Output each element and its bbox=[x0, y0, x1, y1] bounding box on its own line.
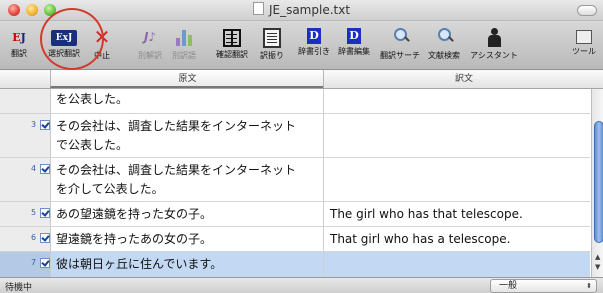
target-cell[interactable]: That girl who has a telescope. bbox=[330, 230, 588, 249]
window-title: JE_sample.txt bbox=[268, 3, 351, 17]
table-row[interactable]: 3 その会社は、調査した結果をインターネット で公表した。 bbox=[0, 114, 590, 158]
scrollbar-thumb[interactable] bbox=[594, 121, 603, 243]
literature-search-button-label: 文献検索 bbox=[428, 51, 460, 60]
translation-table: を公表した。 3 その会社は、調査した結果をインターネット で公表した。 4 そ… bbox=[0, 89, 590, 277]
row-checkbox[interactable] bbox=[40, 233, 50, 243]
confirm-translation-icon bbox=[223, 29, 241, 47]
alternate-word-button[interactable]: 別訳語 bbox=[168, 23, 200, 67]
source-cell[interactable]: 望遠鏡を持ったあの女の子。 bbox=[56, 230, 320, 249]
interlinear-button-label: 訳振り bbox=[260, 51, 284, 60]
select-arrows-icon: ⬍ bbox=[586, 282, 592, 290]
alternate-word-button-label: 別訳語 bbox=[172, 51, 196, 60]
stop-button-label: 中止 bbox=[94, 51, 110, 60]
assistant-icon bbox=[486, 26, 502, 48]
status-text: 待機中 bbox=[5, 283, 33, 293]
row-checkbox[interactable] bbox=[40, 258, 50, 268]
table-row[interactable]: 6 望遠鏡を持ったあの女の子。 That girl who has a tele… bbox=[0, 227, 590, 252]
scroll-down-arrow-icon[interactable]: ▼ bbox=[595, 263, 600, 271]
scroll-up-arrow-icon[interactable]: ▲ bbox=[595, 253, 600, 261]
row-number: 6 bbox=[31, 233, 37, 242]
target-cell[interactable]: The girl who has that telescope. bbox=[330, 205, 588, 224]
row-number: 4 bbox=[31, 164, 37, 173]
row-number: 5 bbox=[31, 208, 37, 217]
assistant-button-label: アシスタント bbox=[470, 51, 518, 60]
table-row-selected[interactable]: 7 彼は朝日ヶ丘に住んでいます。 bbox=[0, 252, 590, 277]
alternate-translation-button-label: 別解訳 bbox=[138, 51, 162, 60]
table-row[interactable]: 5 あの望遠鏡を持った女の子。 The girl who has that te… bbox=[0, 202, 590, 227]
table-row[interactable]: 4 その会社は、調査した結果をインターネット を介して公表した。 bbox=[0, 158, 590, 202]
source-column-header[interactable]: 原文 bbox=[50, 70, 324, 88]
mode-select-value: 一般 bbox=[499, 281, 518, 291]
row-number: 3 bbox=[31, 120, 37, 129]
literature-search-icon bbox=[435, 26, 453, 48]
translation-search-button[interactable]: 翻訳サーチ bbox=[378, 23, 422, 67]
dictionary-edit-button-label: 辞書編集 bbox=[338, 47, 370, 56]
confirm-translation-button[interactable]: 確認翻訳 bbox=[214, 23, 250, 67]
assistant-button[interactable]: アシスタント bbox=[466, 23, 522, 67]
interlinear-button[interactable]: 訳振り bbox=[256, 23, 288, 67]
toolbar: EJ 翻訳 ExJ 選択翻訳 ✕ 中止 J♪ 別解訳 別訳語 確認翻訳 訳振り … bbox=[0, 21, 603, 70]
selection-translate-button-label: 選択翻訳 bbox=[48, 49, 80, 58]
document-icon bbox=[252, 2, 264, 15]
source-cell[interactable]: あの望遠鏡を持った女の子。 bbox=[56, 205, 320, 224]
source-cell[interactable]: その会社は、調査した結果をインターネット で公表した。 bbox=[56, 117, 320, 155]
tool-button[interactable]: ツール bbox=[566, 23, 602, 67]
vertical-scrollbar[interactable]: ▲ ▼ bbox=[591, 89, 603, 277]
gutter-header bbox=[0, 70, 50, 88]
target-column-header[interactable]: 訳文 bbox=[323, 70, 603, 88]
app-window: JE_sample.txt EJ 翻訳 ExJ 選択翻訳 ✕ 中止 J♪ 別解訳 bbox=[0, 0, 603, 293]
ej-selection-translate-icon: ExJ bbox=[51, 30, 77, 46]
alternate-translation-button[interactable]: J♪ 別解訳 bbox=[134, 23, 166, 67]
stop-x-icon: ✕ bbox=[93, 25, 111, 49]
row-number: 7 bbox=[31, 258, 37, 267]
confirm-translation-button-label: 確認翻訳 bbox=[216, 50, 248, 59]
tool-button-label: ツール bbox=[572, 47, 596, 56]
alternate-word-icon bbox=[174, 26, 194, 48]
stop-button[interactable]: ✕ 中止 bbox=[88, 23, 116, 67]
ej-translate-icon: EJ bbox=[12, 31, 26, 44]
mode-select[interactable]: 一般 ⬍ bbox=[490, 279, 597, 293]
selection-translate-button[interactable]: ExJ 選択翻訳 bbox=[44, 23, 84, 67]
row-gutter bbox=[0, 89, 51, 113]
row-checkbox[interactable] bbox=[40, 164, 50, 174]
tool-icon bbox=[576, 30, 592, 44]
row-checkbox[interactable] bbox=[40, 208, 50, 218]
dictionary-edit-icon: D bbox=[347, 28, 361, 44]
translate-button-label: 翻訳 bbox=[11, 49, 27, 58]
source-cell[interactable]: その会社は、調査した結果をインターネット を介して公表した。 bbox=[56, 161, 320, 199]
toolbar-toggle-button[interactable] bbox=[577, 5, 597, 16]
status-bar: 待機中 一般 ⬍ bbox=[0, 277, 603, 293]
table-row[interactable]: を公表した。 bbox=[0, 89, 590, 114]
title-bar: JE_sample.txt bbox=[0, 0, 603, 21]
row-checkbox[interactable] bbox=[40, 120, 50, 130]
translate-button[interactable]: EJ 翻訳 bbox=[3, 23, 35, 67]
alternate-translation-icon: J♪ bbox=[143, 30, 157, 44]
interlinear-icon bbox=[263, 28, 281, 48]
dictionary-edit-button[interactable]: D 辞書編集 bbox=[336, 23, 372, 67]
translation-search-icon bbox=[391, 26, 409, 48]
dictionary-lookup-button-label: 辞書引き bbox=[298, 47, 330, 56]
source-cell[interactable]: 彼は朝日ヶ丘に住んでいます。 bbox=[56, 255, 320, 274]
dictionary-lookup-button[interactable]: D 辞書引き bbox=[296, 23, 332, 67]
dictionary-lookup-icon: D bbox=[307, 28, 321, 44]
source-cell[interactable]: を公表した。 bbox=[56, 90, 320, 109]
column-header: 原文 訳文 bbox=[0, 70, 603, 89]
window-title-area: JE_sample.txt bbox=[0, 2, 603, 17]
literature-search-button[interactable]: 文献検索 bbox=[424, 23, 464, 67]
translation-search-button-label: 翻訳サーチ bbox=[380, 51, 420, 60]
